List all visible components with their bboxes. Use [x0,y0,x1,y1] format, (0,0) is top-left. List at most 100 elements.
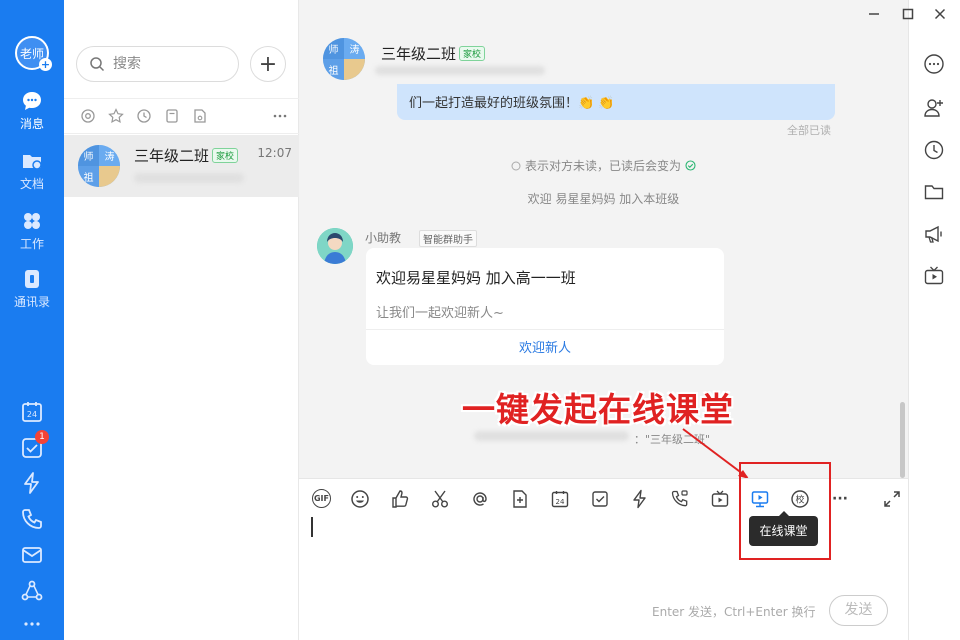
gif-icon[interactable]: GIF [312,489,331,508]
chat-group-avatar[interactable]: 师 涛 祖 [323,38,365,80]
conversation-item[interactable]: 师 涛 祖 三年级二班 家校 12:07 [64,135,299,197]
todo-badge: 1 [35,430,49,444]
mention-filter-icon[interactable] [80,108,96,124]
folder-icon [23,155,42,170]
more-icon[interactable] [20,612,44,636]
unread-notice: 表示对方未读，已读后会变为 [299,157,908,174]
welcome-card-title: 欢迎易星星妈妈 加入高一一班 [376,269,576,287]
live-icon[interactable] [708,487,732,511]
online-classroom-tooltip: 在线课堂 [749,511,818,546]
maximize-icon[interactable] [900,6,916,22]
avatar-char: 师 [78,145,99,166]
folder-icon[interactable] [923,181,945,203]
expand-icon[interactable] [880,487,904,511]
bot-name: 小助教 [365,231,402,245]
read-check-icon [685,160,696,171]
nav-item-messages[interactable]: 消息 [0,90,64,132]
chat-title: 三年级二班 家校 [381,43,486,64]
announcement-icon[interactable] [923,223,945,245]
blurred-sender [474,431,629,441]
avatar-char: 师 [323,38,344,59]
unread-circle-icon [511,161,521,171]
chat-header: 师 涛 祖 三年级二班 家校 [299,0,908,84]
search-icon [90,57,105,72]
home-school-tag: 家校 [459,46,486,61]
assistant-avatar-icon [317,228,353,264]
unread-notice-text: 表示对方未读，已读后会变为 [524,159,681,173]
read-status: 全部已读 [787,124,831,137]
lightning-icon[interactable] [628,487,652,511]
contacts-icon [25,270,39,288]
doc-filter-icon[interactable] [164,108,180,124]
nav-item-contacts[interactable]: 通讯录 [0,268,64,310]
welcome-new-member-button[interactable]: 欢迎新人 [366,337,724,356]
conversation-time: 12:07 [257,146,292,160]
add-button[interactable]: + [250,46,286,82]
chat-title-text: 三年级二班 [381,45,457,63]
nav-label-messages: 消息 [19,117,44,131]
welcome-card: 欢迎易星星妈妈 加入高一一班 让我们一起欢迎新人~ 欢迎新人 [366,248,724,365]
chat-scrollbar[interactable] [900,402,905,478]
lightning-icon[interactable] [20,471,44,495]
more-icon[interactable]: ··· [828,487,852,511]
live-tv-icon[interactable] [923,265,945,287]
more-options-icon[interactable] [923,53,945,75]
mention-icon[interactable] [468,487,492,511]
bot-avatar[interactable] [317,228,353,264]
calendar-day: 24 [27,410,37,419]
mail-icon[interactable] [20,543,44,567]
user-avatar[interactable]: 老师 + [15,36,52,71]
text-cursor [311,517,313,537]
more-filter-icon[interactable] [272,108,288,124]
blurred-member-line [375,66,545,75]
welcome-notice: 欢迎 易星星妈妈 加入本班级 [527,192,680,206]
card-divider [366,329,724,330]
avatar-char: 涛 [99,145,120,166]
my-message-bubble: 们一起打造最好的班级氛围！👏 👏 [397,84,835,120]
member-photo [344,59,365,80]
network-icon[interactable] [20,579,44,603]
blurred-preview [134,173,244,183]
phone-icon[interactable] [20,507,44,531]
star-filter-icon[interactable] [108,108,124,124]
avatar-char: 祖 [323,59,344,80]
avatar-char: 涛 [344,38,365,59]
emoji-icon[interactable] [348,487,372,511]
scissors-icon[interactable] [428,487,452,511]
file-filter-icon[interactable] [192,108,208,124]
send-button[interactable]: 发送 [829,595,888,626]
clock-filter-icon[interactable] [136,108,152,124]
nav-label-contacts: 通讯录 [13,295,50,309]
chat-bubble-icon [23,92,41,110]
calendar-icon[interactable]: 24 [20,400,44,424]
conversation-title: 三年级二班 [134,147,210,165]
search-input[interactable]: 搜索 [76,46,239,82]
minimize-icon[interactable] [866,6,882,22]
add-status-icon[interactable]: + [39,58,52,71]
toolbar-calendar-day: 24 [556,498,565,506]
chat-panel: 师 涛 祖 三年级二班 家校 们一起打造最好的班级氛围！👏 👏 全部已读 表示对方… [299,0,908,640]
filter-row [64,98,299,134]
apps-icon [24,213,40,229]
thumbs-up-icon[interactable] [388,487,412,511]
right-sidebar [908,0,960,640]
video-call-icon[interactable] [668,487,692,511]
history-clock-icon[interactable] [923,139,945,161]
conversation-list: 搜索 + 师 涛 祖 三年级二班 家校 12:07 [64,0,299,640]
nav-item-docs[interactable]: 文档 [0,150,64,192]
annotation-caption: 一键发起在线课堂 [462,390,734,429]
todo-check-icon[interactable] [588,487,612,511]
bot-tag: 智能群助手 [419,230,477,247]
conversation-name: 三年级二班 家校 [134,145,239,166]
nav-item-work[interactable]: 工作 [0,210,64,252]
add-member-icon[interactable] [923,97,945,119]
home-school-tag: 家校 [212,148,239,163]
left-nav: 老师 + 消息 文档 工作 通讯录 24 1 [0,0,64,640]
close-icon[interactable] [932,6,948,22]
calendar-icon[interactable]: 24 [548,487,572,511]
add-file-icon[interactable] [508,487,532,511]
welcome-card-subtitle: 让我们一起欢迎新人~ [376,306,504,321]
member-photo [99,166,120,187]
search-placeholder: 搜索 [113,56,141,72]
nav-label-docs: 文档 [19,177,44,191]
